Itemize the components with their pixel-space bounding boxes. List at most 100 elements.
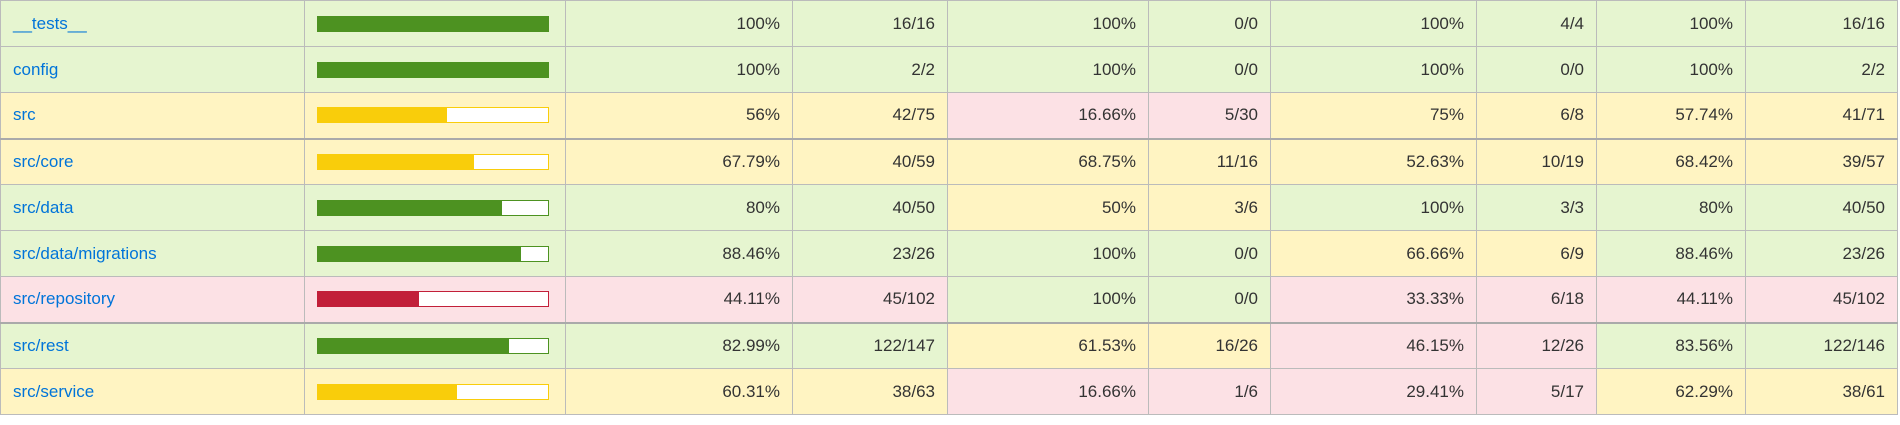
file-cell: src/repository xyxy=(0,276,305,323)
functions-percent-cell: 66.66% xyxy=(1270,230,1477,277)
statements-ratio-cell: 42/75 xyxy=(792,92,948,139)
table-row: src/service 60.31% 38/63 16.66% 1/6 29.41% 5/1… xyxy=(0,368,1898,415)
coverage-bar-cell xyxy=(304,230,566,277)
coverage-bar-fill xyxy=(318,246,522,261)
statements-percent-cell: 80% xyxy=(565,184,793,231)
statements-ratio-cell: 40/50 xyxy=(792,184,948,231)
branches-percent-cell: 100% xyxy=(947,276,1149,323)
file-cell: src/data/migrations xyxy=(0,230,305,277)
branches-ratio-cell: 0/0 xyxy=(1148,230,1271,277)
statements-percent-cell: 56% xyxy=(565,92,793,139)
file-cell: src/core xyxy=(0,137,305,185)
file-cell: src/rest xyxy=(0,321,305,369)
lines-ratio-cell: 39/57 xyxy=(1745,137,1898,185)
statements-percent-cell: 100% xyxy=(565,0,793,47)
lines-percent-cell: 80% xyxy=(1596,184,1746,231)
lines-percent-cell: 83.56% xyxy=(1596,321,1746,369)
coverage-bar-fill xyxy=(318,154,474,169)
coverage-bar xyxy=(317,199,549,216)
statements-percent-cell: 67.79% xyxy=(565,137,793,185)
coverage-bar-cell xyxy=(304,92,566,139)
coverage-bar-fill xyxy=(318,108,447,123)
branches-percent-cell: 16.66% xyxy=(947,368,1149,415)
coverage-bar xyxy=(317,153,549,170)
coverage-bar-fill xyxy=(318,200,502,215)
file-cell: config xyxy=(0,46,305,93)
lines-ratio-cell: 16/16 xyxy=(1745,0,1898,47)
table-row: src/repository 44.11% 45/102 100% 0/0 33.33% 6… xyxy=(0,276,1898,323)
coverage-bar-fill xyxy=(318,62,548,77)
file-link[interactable]: src xyxy=(13,105,36,124)
statements-ratio-cell: 16/16 xyxy=(792,0,948,47)
lines-ratio-cell: 41/71 xyxy=(1745,92,1898,139)
coverage-bar xyxy=(317,15,549,32)
functions-percent-cell: 29.41% xyxy=(1270,368,1477,415)
table-row: src/data 80% 40/50 50% 3/6 100% 3/3 80% 40/50 xyxy=(0,184,1898,231)
coverage-bar-cell xyxy=(304,184,566,231)
statements-percent-cell: 88.46% xyxy=(565,230,793,277)
file-cell: src xyxy=(0,92,305,139)
statements-percent-cell: 44.11% xyxy=(565,276,793,323)
functions-percent-cell: 75% xyxy=(1270,92,1477,139)
functions-percent-cell: 33.33% xyxy=(1270,276,1477,323)
lines-percent-cell: 100% xyxy=(1596,46,1746,93)
functions-ratio-cell: 4/4 xyxy=(1476,0,1597,47)
functions-ratio-cell: 6/9 xyxy=(1476,230,1597,277)
coverage-bar xyxy=(317,61,549,78)
table-row: src 56% 42/75 16.66% 5/30 75% 6/8 57.74% 41/71 xyxy=(0,92,1898,139)
branches-ratio-cell: 3/6 xyxy=(1148,184,1271,231)
file-cell: __tests__ xyxy=(0,0,305,47)
file-link[interactable]: src/rest xyxy=(13,336,69,355)
file-link[interactable]: src/data/migrations xyxy=(13,244,157,263)
branches-percent-cell: 16.66% xyxy=(947,92,1149,139)
functions-ratio-cell: 6/8 xyxy=(1476,92,1597,139)
functions-ratio-cell: 5/17 xyxy=(1476,368,1597,415)
lines-ratio-cell: 40/50 xyxy=(1745,184,1898,231)
file-link[interactable]: src/service xyxy=(13,382,94,401)
lines-ratio-cell: 45/102 xyxy=(1745,276,1898,323)
branches-percent-cell: 50% xyxy=(947,184,1149,231)
statements-ratio-cell: 40/59 xyxy=(792,137,948,185)
functions-percent-cell: 100% xyxy=(1270,0,1477,47)
coverage-bar-cell xyxy=(304,137,566,185)
file-link[interactable]: src/repository xyxy=(13,289,115,308)
file-cell: src/service xyxy=(0,368,305,415)
lines-percent-cell: 44.11% xyxy=(1596,276,1746,323)
coverage-bar-fill xyxy=(318,292,420,307)
lines-percent-cell: 57.74% xyxy=(1596,92,1746,139)
functions-percent-cell: 46.15% xyxy=(1270,321,1477,369)
file-link[interactable]: __tests__ xyxy=(13,14,87,33)
functions-percent-cell: 52.63% xyxy=(1270,137,1477,185)
coverage-bar xyxy=(317,107,549,124)
coverage-bar-fill xyxy=(318,338,509,353)
functions-percent-cell: 100% xyxy=(1270,184,1477,231)
coverage-bar xyxy=(317,291,549,308)
file-link[interactable]: src/core xyxy=(13,152,73,171)
statements-percent-cell: 100% xyxy=(565,46,793,93)
functions-ratio-cell: 0/0 xyxy=(1476,46,1597,93)
lines-percent-cell: 88.46% xyxy=(1596,230,1746,277)
branches-percent-cell: 68.75% xyxy=(947,137,1149,185)
statements-ratio-cell: 23/26 xyxy=(792,230,948,277)
branches-percent-cell: 61.53% xyxy=(947,321,1149,369)
table-row: src/core 67.79% 40/59 68.75% 11/16 52.63% 10/1… xyxy=(0,137,1898,185)
coverage-bar-cell xyxy=(304,368,566,415)
branches-ratio-cell: 1/6 xyxy=(1148,368,1271,415)
functions-ratio-cell: 12/26 xyxy=(1476,321,1597,369)
statements-ratio-cell: 2/2 xyxy=(792,46,948,93)
statements-percent-cell: 60.31% xyxy=(565,368,793,415)
lines-ratio-cell: 23/26 xyxy=(1745,230,1898,277)
coverage-bar xyxy=(317,245,549,262)
coverage-rows: __tests__ 100% 16/16 100% 0/0 100% 4/4 100% 16/1… xyxy=(0,0,1898,415)
file-link[interactable]: config xyxy=(13,60,58,79)
coverage-bar-cell xyxy=(304,0,566,47)
file-link[interactable]: src/data xyxy=(13,198,73,217)
statements-ratio-cell: 38/63 xyxy=(792,368,948,415)
coverage-bar xyxy=(317,337,549,354)
branches-ratio-cell: 5/30 xyxy=(1148,92,1271,139)
coverage-bar xyxy=(317,383,549,400)
statements-ratio-cell: 45/102 xyxy=(792,276,948,323)
branches-ratio-cell: 0/0 xyxy=(1148,276,1271,323)
branches-percent-cell: 100% xyxy=(947,46,1149,93)
branches-ratio-cell: 0/0 xyxy=(1148,46,1271,93)
